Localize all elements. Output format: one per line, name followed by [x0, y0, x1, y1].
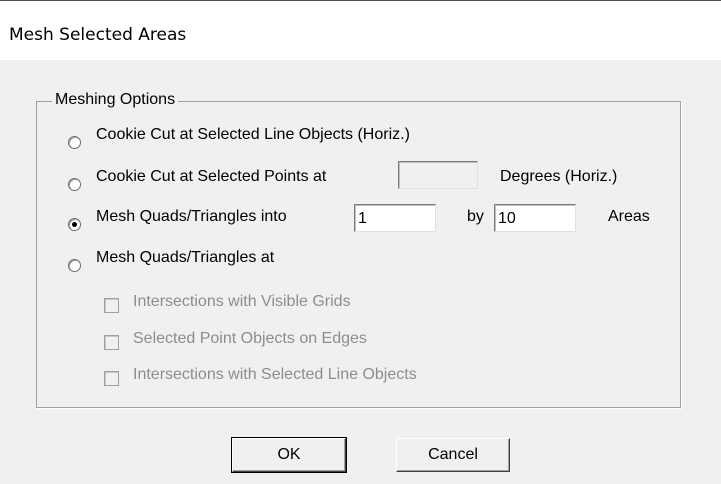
- checkbox-selected-line-objects[interactable]: [104, 371, 119, 386]
- degrees-input[interactable]: [398, 161, 478, 189]
- dialog-title: Mesh Selected Areas: [9, 25, 187, 45]
- radio-mesh-into[interactable]: [68, 218, 81, 231]
- checkbox-point-objects-edges[interactable]: [104, 335, 119, 350]
- label-point-objects-edges: Selected Point Objects on Edges: [133, 330, 367, 347]
- option-label-mesh-at[interactable]: Mesh Quads/Triangles at: [96, 249, 274, 267]
- label-visible-grids: Intersections with Visible Grids: [133, 293, 351, 310]
- dialog-body: Meshing Options Cookie Cut at Selected L…: [0, 60, 721, 484]
- ok-button[interactable]: OK: [231, 437, 347, 473]
- title-bar: Mesh Selected Areas: [0, 0, 721, 61]
- checkbox-visible-grids[interactable]: [104, 298, 119, 313]
- areas-label: Areas: [608, 208, 650, 225]
- radio-cookie-cut-points[interactable]: [68, 178, 81, 191]
- radio-mesh-at[interactable]: [68, 259, 81, 272]
- option-label-cookie-cut-points[interactable]: Cookie Cut at Selected Points at: [96, 168, 326, 186]
- by-label: by: [467, 208, 484, 225]
- cancel-button[interactable]: Cancel: [396, 438, 510, 472]
- group-label: Meshing Options: [52, 91, 179, 109]
- option-label-mesh-into[interactable]: Mesh Quads/Triangles into: [96, 208, 287, 226]
- degrees-suffix-label: Degrees (Horiz.): [500, 168, 618, 185]
- radio-cookie-cut-lines[interactable]: [68, 136, 81, 149]
- mesh-count-1-input[interactable]: 1: [354, 204, 436, 232]
- mesh-count-2-input[interactable]: 10: [494, 204, 576, 232]
- option-label-cookie-cut-lines[interactable]: Cookie Cut at Selected Line Objects (Hor…: [96, 126, 410, 144]
- label-selected-line-objects: Intersections with Selected Line Objects: [133, 366, 417, 383]
